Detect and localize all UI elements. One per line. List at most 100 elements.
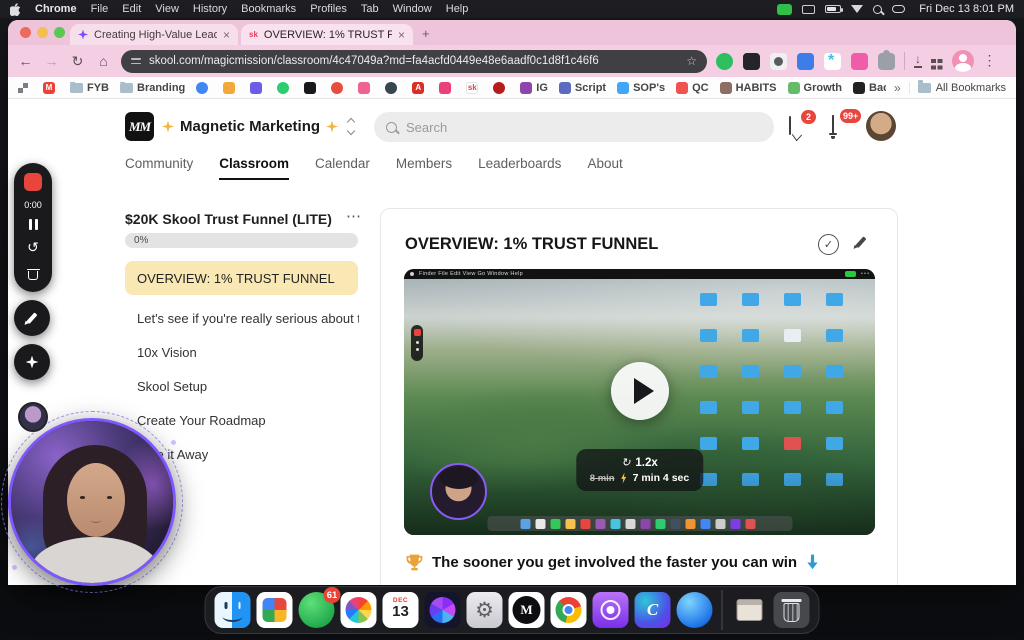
address-bar[interactable]: skool.com/magicmission/classroom/4c47049… [121, 49, 707, 73]
menu-item-file[interactable]: File [91, 3, 109, 15]
app-calendar[interactable]: DEC 13 [382, 592, 419, 628]
dock-trash[interactable] [773, 592, 810, 628]
app-photos[interactable] [340, 592, 377, 628]
effects-button[interactable] [14, 344, 50, 380]
tab-close-icon[interactable]: × [223, 28, 230, 42]
bookmark-item[interactable] [358, 81, 374, 94]
extensions-puzzle-icon[interactable] [878, 49, 895, 70]
menu-item-profiles[interactable]: Profiles [310, 3, 347, 15]
bookmark-item[interactable] [196, 81, 212, 94]
tab-calendar[interactable]: Calendar [315, 156, 370, 180]
app-settings[interactable] [466, 592, 503, 628]
new-tab-button[interactable]: + [422, 26, 430, 41]
bookmark-item[interactable] [304, 81, 320, 94]
all-bookmarks-button[interactable]: All Bookmarks [908, 80, 1006, 94]
app-m[interactable]: M [508, 592, 545, 628]
tab-members[interactable]: Members [396, 156, 452, 180]
bookmark-folder[interactable]: Branding [120, 81, 185, 94]
play-button[interactable] [610, 362, 669, 421]
downloads-button[interactable] [914, 54, 922, 68]
bookmark-item[interactable] [439, 81, 455, 94]
tab-close-icon[interactable]: × [398, 28, 405, 42]
bookmark-item[interactable] [385, 81, 401, 94]
forward-button[interactable] [43, 53, 60, 69]
bookmark-item[interactable] [18, 82, 32, 93]
edit-lesson-button[interactable] [852, 235, 870, 253]
spotlight-search-icon[interactable] [873, 4, 883, 14]
bookmark-item[interactable] [277, 81, 293, 94]
annotate-button[interactable] [14, 300, 50, 336]
app-mosaic[interactable] [256, 592, 293, 628]
lesson-item-active[interactable]: OVERVIEW: 1% TRUST FUNNEL [125, 261, 358, 295]
lesson-item[interactable]: Skool Setup [137, 379, 359, 394]
menu-item-tab[interactable]: Tab [361, 3, 379, 15]
community-switcher[interactable] [346, 117, 356, 136]
bookmark-star-icon[interactable] [686, 52, 697, 70]
search-bar[interactable] [374, 112, 774, 142]
restart-recording-button[interactable] [27, 239, 39, 257]
extension-camera-icon[interactable] [770, 52, 787, 70]
wifi-icon[interactable] [851, 5, 864, 19]
mark-complete-checkbox[interactable] [818, 234, 839, 255]
extension-icon[interactable] [851, 52, 868, 70]
menu-item-window[interactable]: Window [393, 3, 432, 15]
bookmark-item[interactable] [331, 81, 347, 94]
app-podcasts[interactable] [592, 592, 629, 628]
browser-menu-button[interactable] [983, 52, 997, 70]
tab-about[interactable]: About [587, 156, 622, 180]
bookmark-item[interactable] [250, 81, 266, 94]
window-close-button[interactable] [20, 27, 31, 38]
tab-leaderboards[interactable]: Leaderboards [478, 156, 561, 180]
reload-button[interactable] [69, 53, 86, 70]
app-pinwheel[interactable] [424, 592, 461, 628]
control-center-icon[interactable] [892, 5, 906, 13]
search-input[interactable] [406, 119, 762, 135]
tab-community[interactable]: Community [125, 156, 193, 180]
tab-classroom[interactable]: Classroom [219, 156, 290, 180]
home-button[interactable] [95, 53, 112, 69]
webcam-bubble[interactable] [8, 418, 176, 586]
course-menu-button[interactable] [346, 207, 361, 225]
extension-icon[interactable] [743, 52, 760, 70]
delete-recording-button[interactable] [26, 266, 40, 280]
window-minimize-button[interactable] [37, 27, 48, 38]
url-text[interactable]: skool.com/magicmission/classroom/4c47049… [149, 55, 678, 67]
screen-record-indicator-icon[interactable] [777, 3, 793, 15]
lesson-item[interactable]: Let's see if you're really serious about… [137, 311, 359, 326]
app-blue-circle[interactable] [676, 592, 713, 628]
community-name-row[interactable]: Magnetic Marketing [162, 118, 339, 135]
bookmark-item[interactable]: HABITS [719, 81, 777, 94]
video-player[interactable]: Finder File Edit View Go Window Help • •… [404, 269, 875, 535]
menu-item-help[interactable]: Help [446, 3, 469, 15]
side-panel-grid-icon[interactable] [931, 58, 936, 64]
app-green-badge[interactable]: 61 [298, 587, 341, 628]
browser-tab-inactive[interactable]: Creating High-Value Lead Ma... × [70, 24, 238, 45]
app-finder[interactable] [214, 592, 251, 628]
pause-recording-button[interactable] [28, 219, 38, 230]
browser-profile-avatar[interactable] [951, 50, 974, 72]
bookmark-item[interactable]: sk [466, 81, 482, 94]
bookmark-item[interactable]: M [43, 81, 59, 94]
apple-icon[interactable] [10, 2, 21, 16]
bookmark-item[interactable]: Growth [787, 81, 842, 94]
active-app-menu[interactable]: Chrome [35, 3, 77, 15]
bookmark-item[interactable]: A [412, 81, 428, 94]
back-button[interactable] [17, 53, 34, 69]
chat-button[interactable]: 2 [789, 110, 816, 135]
minimized-window[interactable] [732, 592, 768, 628]
site-info-icon[interactable] [131, 57, 141, 65]
menu-item-view[interactable]: View [155, 3, 179, 15]
community-logo[interactable]: MM [125, 112, 154, 141]
bookmark-item[interactable] [493, 81, 509, 94]
extension-icon[interactable] [797, 52, 814, 70]
extension-icon[interactable] [716, 52, 733, 70]
app-chrome[interactable] [550, 592, 587, 628]
menu-item-history[interactable]: History [193, 3, 227, 15]
extension-snowflake-icon[interactable] [824, 52, 841, 70]
stop-recording-button[interactable] [24, 173, 42, 191]
menu-item-bookmarks[interactable]: Bookmarks [241, 3, 296, 15]
bookmark-item[interactable] [223, 81, 239, 94]
bookmark-item[interactable]: QC [676, 81, 709, 94]
menubar-clock[interactable]: Fri Dec 13 8:01 PM [919, 3, 1014, 15]
bookmark-folder[interactable]: FYB [70, 81, 109, 94]
